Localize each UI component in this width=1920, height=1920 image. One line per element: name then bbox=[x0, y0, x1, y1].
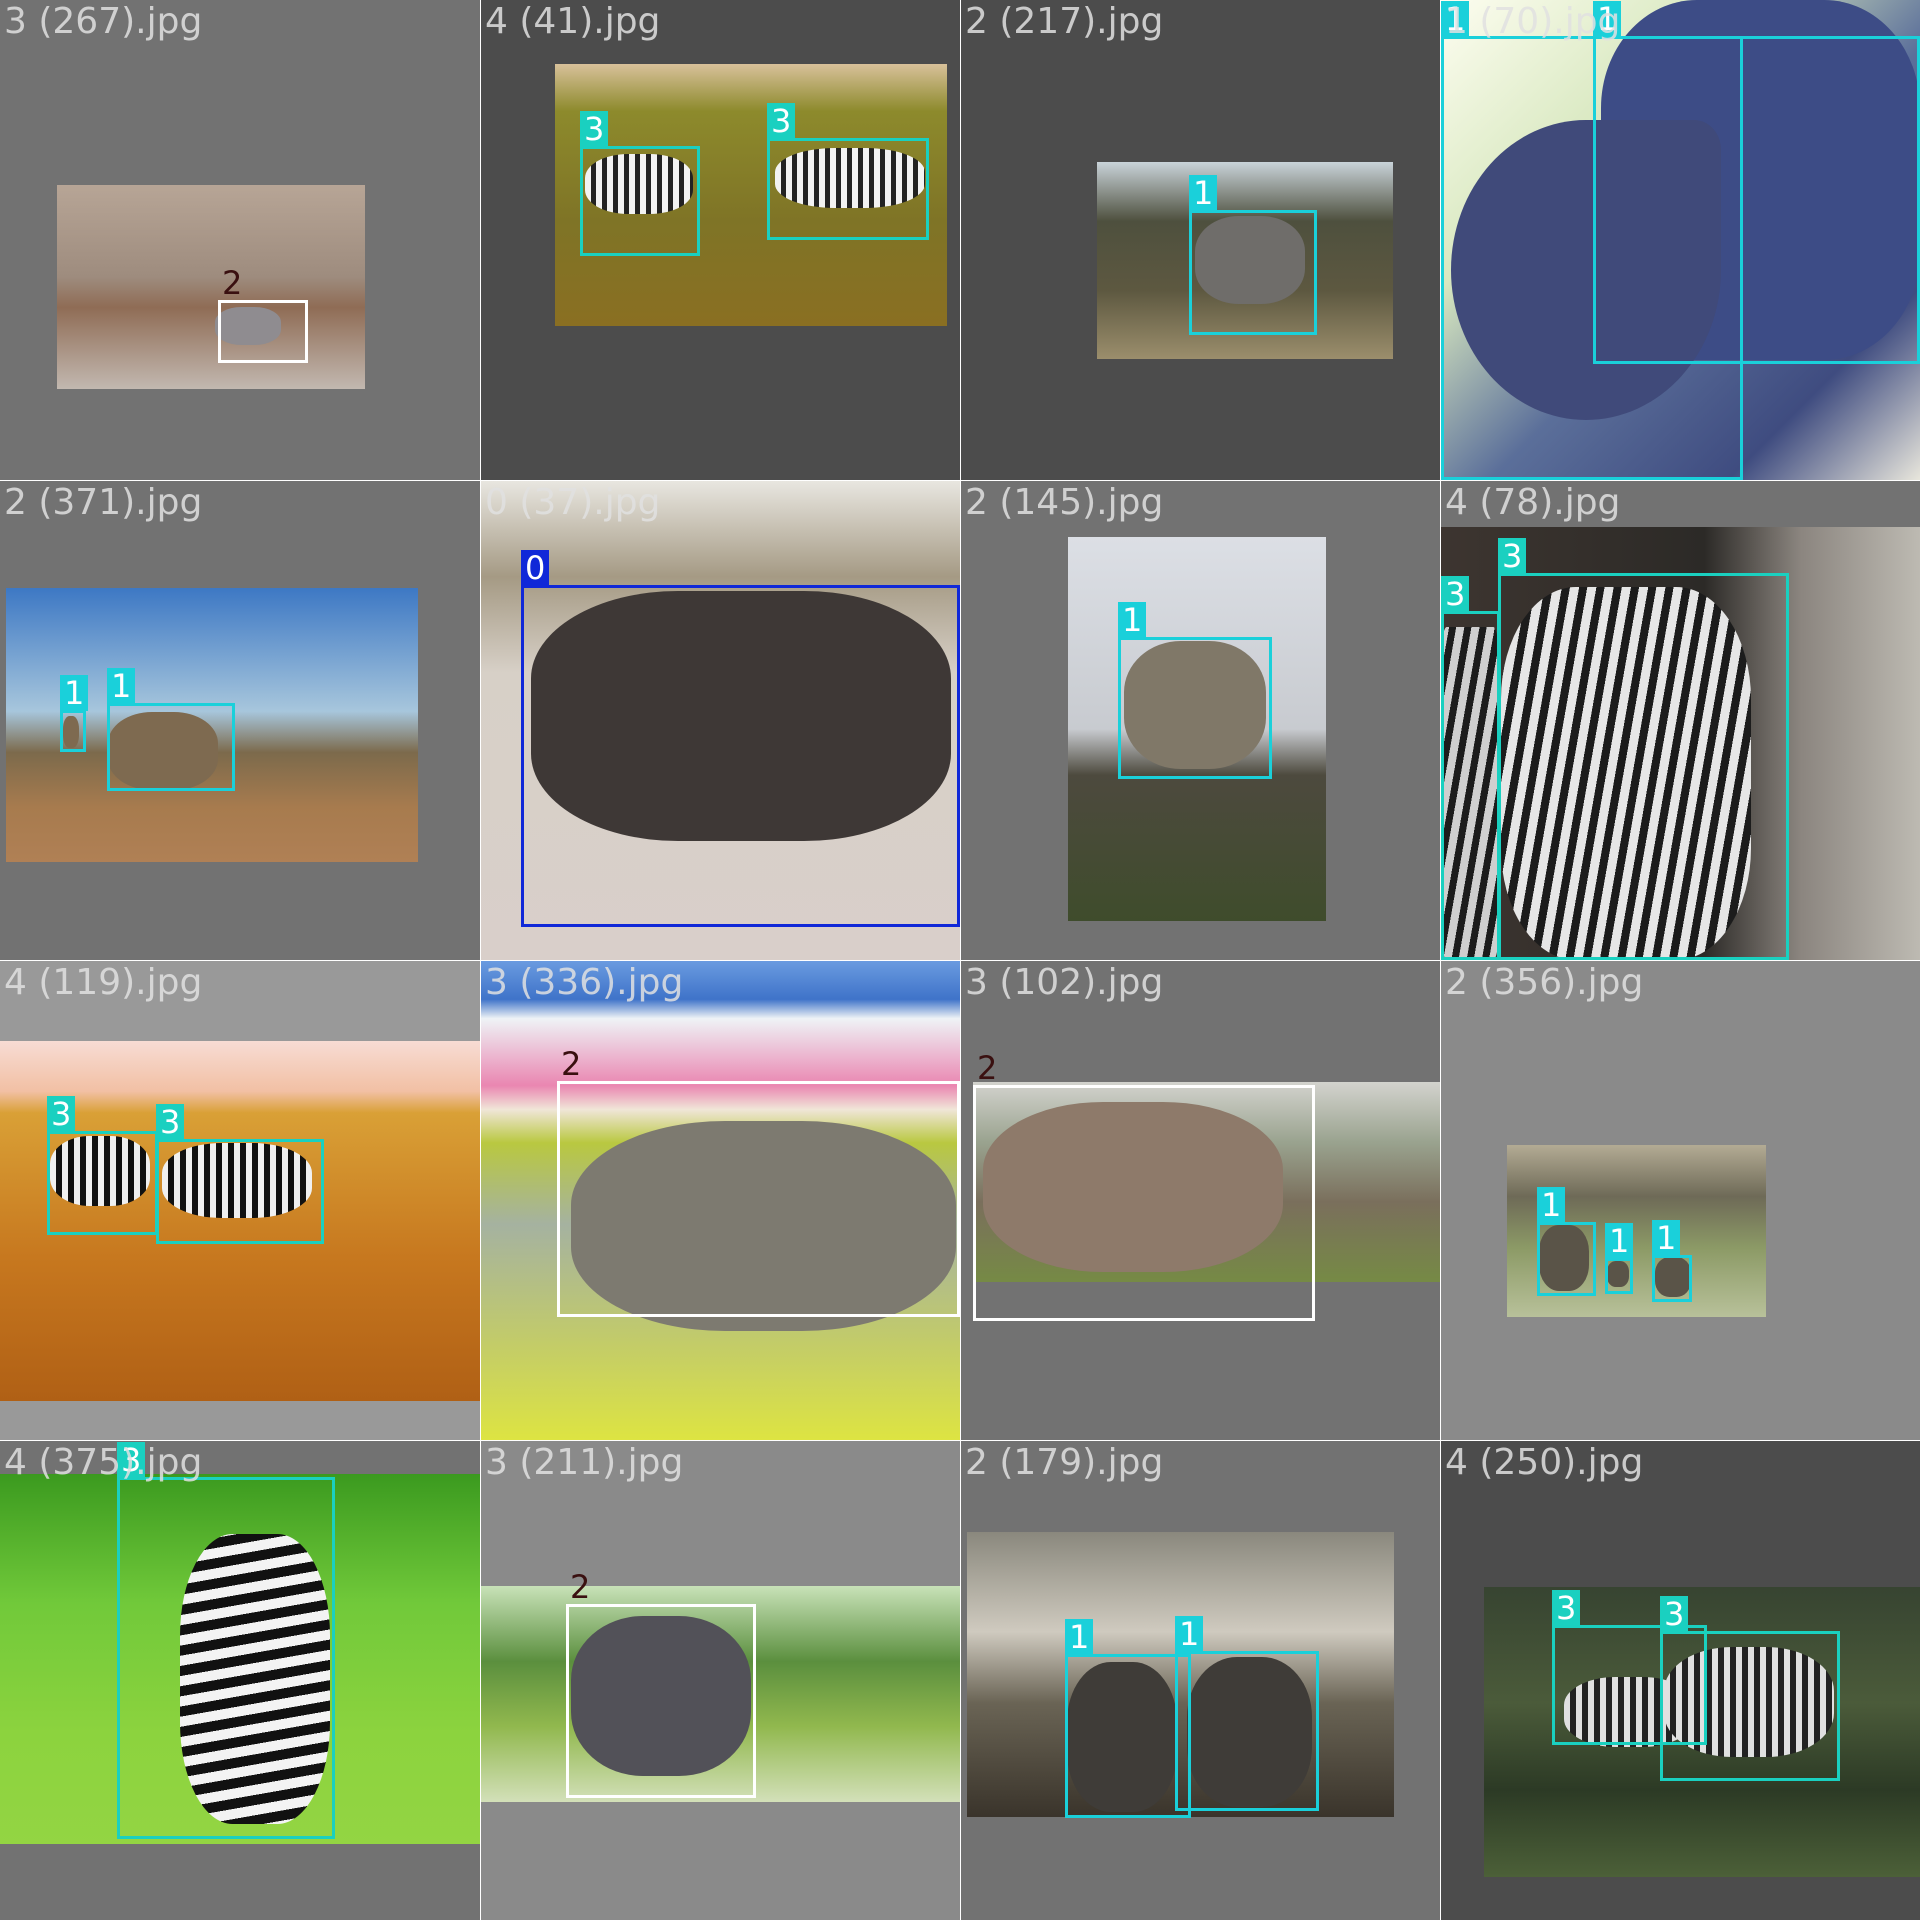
class-label: 1 bbox=[107, 668, 136, 704]
tile-filename: 0 (37).jpg bbox=[485, 482, 661, 523]
class-label: 3 bbox=[1552, 1590, 1581, 1626]
bounding-box: 1 bbox=[1605, 1223, 1634, 1294]
bounding-box: 3 bbox=[156, 1104, 324, 1244]
class-label: 1 bbox=[1118, 602, 1147, 638]
tile: 1 1 2 (179).jpg bbox=[961, 1441, 1440, 1920]
class-label: 0 bbox=[521, 550, 550, 586]
tile-filename: 2 (145).jpg bbox=[965, 482, 1164, 523]
class-label: 3 bbox=[156, 1104, 185, 1140]
tile: 3 3 4 (41).jpg bbox=[481, 0, 960, 480]
bounding-box: 3 bbox=[580, 111, 700, 256]
tile-filename: 4 (250).jpg bbox=[1445, 1442, 1644, 1483]
class-label: 1 bbox=[1605, 1223, 1634, 1259]
tile: 2 3 (336).jpg bbox=[481, 961, 960, 1440]
bounding-box: 3 bbox=[47, 1096, 158, 1235]
class-label: 3 bbox=[47, 1096, 76, 1132]
bounding-box: 1 bbox=[1537, 1187, 1596, 1296]
class-label: 1 bbox=[60, 675, 89, 711]
class-label: 3 bbox=[1498, 538, 1527, 574]
tile: 1 1 2 (371).jpg bbox=[0, 481, 480, 960]
tile-filename: 2 (217).jpg bbox=[965, 1, 1164, 42]
tile-filename: 4 (119).jpg bbox=[4, 962, 203, 1003]
bounding-box: 3 bbox=[1498, 538, 1789, 960]
bounding-box: 2 bbox=[566, 1569, 756, 1798]
tile: 3 3 4 (119).jpg bbox=[0, 961, 480, 1440]
tile: 0 0 (37).jpg bbox=[481, 481, 960, 960]
tile: 3 4 (375).jpg bbox=[0, 1441, 480, 1920]
class-label: 3 bbox=[580, 111, 609, 147]
tile: 3 3 4 (78).jpg bbox=[1441, 481, 1920, 960]
tile: 1 2 (145).jpg bbox=[961, 481, 1440, 960]
tile: 2 3 (267).jpg bbox=[0, 0, 480, 480]
bounding-box: 3 bbox=[1441, 576, 1500, 960]
tile-filename: 3 (102).jpg bbox=[965, 962, 1164, 1003]
bounding-box: 1 bbox=[1175, 1616, 1319, 1811]
bounding-box: 3 bbox=[767, 103, 929, 240]
class-label: 1 bbox=[1065, 1619, 1094, 1655]
bounding-box: 1 bbox=[1593, 1, 1920, 364]
bounding-box: 1 bbox=[107, 668, 235, 791]
class-label: 3 bbox=[1660, 1596, 1689, 1632]
bounding-box: 3 bbox=[117, 1442, 335, 1839]
bounding-box: 3 bbox=[1660, 1596, 1840, 1781]
tile-filename: 2 (179).jpg bbox=[965, 1442, 1164, 1483]
tile: 1 1 1 2 (356).jpg bbox=[1441, 961, 1920, 1440]
bounding-box: 1 bbox=[1118, 602, 1272, 779]
class-label: 1 bbox=[1175, 1616, 1204, 1652]
bounding-box: 0 bbox=[521, 550, 960, 927]
class-label: 3 bbox=[767, 103, 796, 139]
tile: 2 3 (211).jpg bbox=[481, 1441, 960, 1920]
class-label: 1 bbox=[1537, 1187, 1566, 1223]
bounding-box: 1 bbox=[1189, 175, 1317, 335]
class-label: 2 bbox=[222, 264, 243, 302]
photo bbox=[57, 185, 365, 389]
tile-filename: 1 (70).jpg bbox=[1445, 1, 1621, 42]
tile-filename: 3 (267).jpg bbox=[4, 1, 203, 42]
tile: 2 3 (102).jpg bbox=[961, 961, 1440, 1440]
bounding-box: 2 bbox=[973, 1050, 1315, 1321]
tile-filename: 4 (41).jpg bbox=[485, 1, 661, 42]
class-label: 3 bbox=[1441, 576, 1470, 612]
tile-filename: 4 (375).jpg bbox=[4, 1442, 203, 1483]
tile-filename: 3 (211).jpg bbox=[485, 1442, 684, 1483]
class-label: 1 bbox=[1652, 1220, 1681, 1256]
tile: 1 2 (217).jpg bbox=[961, 0, 1440, 480]
bounding-box: 1 bbox=[1652, 1220, 1692, 1302]
detection-mosaic: 2 3 (267).jpg 3 3 4 (41).jpg 1 2 (217).j… bbox=[0, 0, 1920, 1920]
class-label: 1 bbox=[1189, 175, 1218, 211]
class-label: 2 bbox=[570, 1568, 591, 1606]
tile: 1 1 1 (70).jpg bbox=[1441, 0, 1920, 480]
bounding-box: 2 bbox=[557, 1046, 960, 1317]
class-label: 2 bbox=[561, 1045, 582, 1083]
bounding-box: 1 bbox=[60, 675, 89, 752]
tile-filename: 2 (356).jpg bbox=[1445, 962, 1644, 1003]
tile-filename: 2 (371).jpg bbox=[4, 482, 203, 523]
tile: 3 3 4 (250).jpg bbox=[1441, 1441, 1920, 1920]
bounding-box: 1 bbox=[1065, 1619, 1191, 1818]
tile-filename: 3 (336).jpg bbox=[485, 962, 684, 1003]
tile-filename: 4 (78).jpg bbox=[1445, 482, 1621, 523]
class-label: 2 bbox=[977, 1049, 998, 1087]
bounding-box: 2 bbox=[218, 265, 308, 363]
